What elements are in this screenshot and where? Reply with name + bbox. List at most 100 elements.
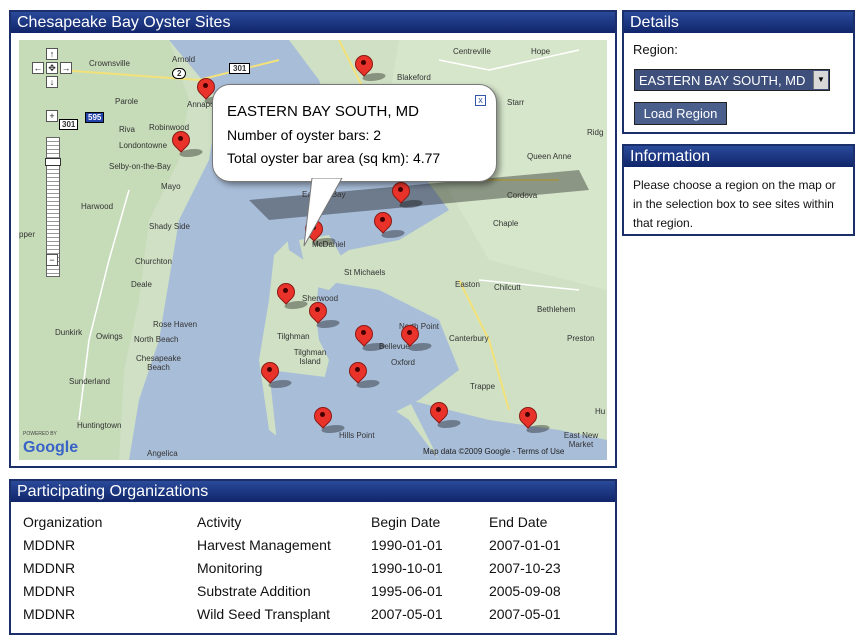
pan-left-button[interactable]: ←	[32, 62, 44, 74]
route-shield-2: 2	[172, 68, 187, 79]
place-hills-point: Hills Point	[339, 431, 375, 440]
column-header-begin-date: Begin Date	[371, 514, 441, 530]
cell-activity: Wild Seed Transplant	[197, 606, 331, 622]
google-logo: Google	[23, 439, 79, 456]
place-shady-side: Shady Side	[149, 222, 190, 231]
place-chesapeake-beach: Chesapeake Beach	[136, 354, 181, 372]
route-shield-301-north: 301	[229, 63, 251, 74]
organizations-title: Participating Organizations	[11, 481, 615, 502]
map-panel: Chesapeake Bay Oyster Sites Arnold Crown…	[9, 10, 617, 468]
place-centreville: Centreville	[453, 47, 491, 56]
bubble-oyster-bars: Number of oyster bars: 2	[227, 127, 382, 143]
cell-end-date: 2005-09-08	[489, 583, 561, 599]
place-tilghman-island: Tilghman Island	[293, 348, 327, 366]
place-sunderland: Sunderland	[69, 377, 110, 386]
place-mayo: Mayo	[161, 182, 181, 191]
oyster-site-marker[interactable]	[310, 403, 348, 435]
cell-activity: Monitoring	[197, 560, 263, 576]
oyster-site-marker[interactable]	[370, 208, 408, 240]
region-label: Region:	[633, 42, 678, 57]
pan-down-button[interactable]: ↓	[46, 76, 58, 88]
region-select[interactable]: EASTERN BAY SOUTH, MD ▼	[634, 69, 830, 91]
place-dunkirk: Dunkirk	[55, 328, 83, 337]
cell-begin-date: 1990-10-01	[371, 560, 443, 576]
cell-end-date: 2007-10-23	[489, 560, 561, 576]
oyster-site-marker[interactable]	[305, 298, 343, 330]
place-starr: Starr	[507, 98, 525, 107]
place-oxford: Oxford	[391, 358, 416, 367]
place-huntingtown: Huntingtown	[77, 421, 122, 430]
cell-organization: MDDNR	[23, 606, 76, 622]
chevron-down-icon[interactable]: ▼	[813, 71, 828, 89]
place-harwood: Harwood	[81, 202, 114, 211]
place-trappe: Trappe	[470, 382, 496, 391]
pan-right-button[interactable]: →	[60, 62, 72, 74]
place-ridg: Ridg	[587, 128, 604, 137]
place-east-new-market: East New Market	[563, 431, 599, 449]
cell-organization: MDDNR	[23, 583, 76, 599]
oyster-site-marker[interactable]	[257, 358, 295, 390]
oyster-site-marker[interactable]	[345, 358, 383, 390]
map-panel-title: Chesapeake Bay Oyster Sites	[11, 12, 615, 33]
oyster-site-marker[interactable]	[515, 403, 553, 435]
bubble-title: EASTERN BAY SOUTH, MD	[227, 103, 419, 120]
cell-organization: MDDNR	[23, 537, 76, 553]
organizations-panel: Participating Organizations Organization…	[9, 479, 617, 635]
place-preston: Preston	[567, 334, 595, 343]
pan-up-button[interactable]: ↑	[46, 48, 58, 60]
map-copyright[interactable]: Map data ©2009 Google - Terms of Use	[423, 447, 564, 456]
place-crownsville: Crownsville	[89, 59, 130, 68]
place-canterbury: Canterbury	[449, 334, 489, 343]
oyster-site-marker[interactable]	[426, 398, 464, 430]
place-rose-haven: Rose Haven	[153, 320, 198, 329]
place-parole: Parole	[115, 97, 139, 106]
column-header-end-date: End Date	[489, 514, 548, 530]
route-shield-301-south: 301	[59, 119, 79, 130]
place-hope: Hope	[531, 47, 551, 56]
place-north-beach: North Beach	[134, 335, 179, 344]
oyster-site-marker[interactable]	[168, 127, 206, 159]
oyster-site-marker[interactable]	[351, 51, 389, 83]
zoom-in-button[interactable]: +	[46, 110, 58, 122]
information-text: Please choose a region on the map or in …	[633, 178, 836, 230]
oyster-site-marker[interactable]	[388, 178, 426, 210]
oyster-site-marker[interactable]	[351, 321, 389, 353]
cell-organization: MDDNR	[23, 560, 76, 576]
info-bubble: EASTERN BAY SOUTH, MD Number of oyster b…	[212, 84, 497, 182]
place-bethlehem: Bethlehem	[537, 305, 576, 314]
oyster-site-marker[interactable]	[273, 279, 311, 311]
place-chilcutt: Chilcutt	[494, 283, 521, 292]
place-londontowne: Londontowne	[119, 141, 168, 150]
column-header-organization: Organization	[23, 514, 103, 530]
cell-begin-date: 1990-01-01	[371, 537, 443, 553]
place-easton: Easton	[455, 280, 480, 289]
load-region-button[interactable]: Load Region	[634, 102, 727, 125]
place-blakeford: Blakeford	[397, 73, 431, 82]
place-angelica: Angelica	[147, 449, 178, 458]
place-selby: Selby-on-the-Bay	[109, 162, 171, 171]
place-st-michaels: St Michaels	[344, 268, 386, 277]
zoom-out-button[interactable]: −	[46, 254, 58, 266]
place-queen-anne: Queen Anne	[527, 152, 572, 161]
column-header-activity: Activity	[197, 514, 242, 530]
bubble-oyster-area: Total oyster bar area (sq km): 4.77	[227, 150, 441, 166]
details-title: Details	[624, 12, 853, 33]
oyster-site-marker[interactable]	[397, 321, 435, 353]
place-riva: Riva	[119, 125, 136, 134]
close-icon[interactable]: x	[475, 95, 486, 106]
cell-begin-date: 2007-05-01	[371, 606, 443, 622]
route-shield-595: 595	[85, 112, 105, 123]
place-chaple: Chaple	[493, 219, 519, 228]
information-title: Information	[624, 146, 853, 167]
cell-begin-date: 1995-06-01	[371, 583, 443, 599]
powered-by-label: POWERED BY	[23, 431, 57, 437]
bubble-tail	[303, 178, 343, 247]
map-canvas[interactable]: Arnold Crownsville Parole Riva Robinwood…	[19, 40, 607, 460]
place-owings: Owings	[96, 332, 123, 341]
zoom-slider-handle[interactable]	[45, 158, 61, 166]
information-panel: Information Please choose a region on th…	[622, 144, 855, 236]
cell-activity: Harvest Management	[197, 537, 331, 553]
place-deale: Deale	[131, 280, 152, 289]
details-panel: Details Region: EASTERN BAY SOUTH, MD ▼ …	[622, 10, 855, 134]
pan-center-button[interactable]: ✥	[46, 62, 58, 74]
